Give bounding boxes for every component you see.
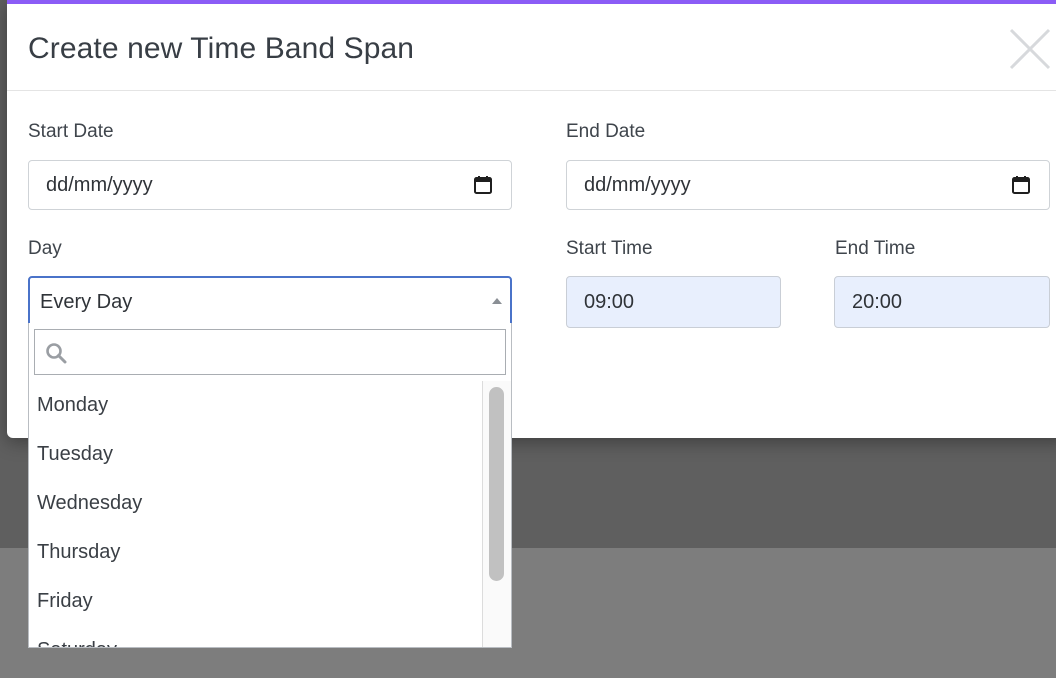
chevron-up-icon (492, 298, 502, 304)
dropdown-scrollbar[interactable] (482, 381, 511, 647)
option-wednesday[interactable]: Wednesday (29, 479, 482, 528)
end-time-input[interactable]: 20:00 (834, 276, 1050, 328)
scrollbar-thumb[interactable] (489, 387, 504, 581)
search-icon (46, 343, 67, 364)
option-thursday[interactable]: Thursday (29, 528, 482, 577)
day-dropdown: Monday Tuesday Wednesday Thursday Friday… (28, 323, 512, 648)
end-time-label: End Time (835, 238, 916, 259)
calendar-icon[interactable] (473, 175, 493, 195)
calendar-icon[interactable] (1011, 175, 1031, 195)
close-icon (1009, 28, 1051, 70)
modal-title: Create new Time Band Span (28, 32, 415, 65)
day-select[interactable]: Every Day (28, 276, 512, 328)
end-date-value: dd/mm/yyyy (584, 174, 691, 196)
modal-header: Create new Time Band Span (7, 4, 1056, 91)
option-saturday[interactable]: Saturday (29, 626, 482, 647)
start-date-value: dd/mm/yyyy (46, 174, 153, 196)
end-date-label: End Date (566, 121, 646, 142)
option-tuesday[interactable]: Tuesday (29, 430, 482, 479)
option-friday[interactable]: Friday (29, 577, 482, 626)
dropdown-options: Monday Tuesday Wednesday Thursday Friday… (29, 381, 482, 647)
start-time-label: Start Time (566, 238, 653, 259)
option-monday[interactable]: Monday (29, 381, 482, 430)
dropdown-search[interactable] (34, 329, 506, 375)
end-date-input[interactable]: dd/mm/yyyy (566, 160, 1050, 210)
day-label: Day (28, 238, 62, 259)
end-time-value: 20:00 (852, 291, 903, 313)
start-time-input[interactable]: 09:00 (566, 276, 781, 328)
day-selected-value: Every Day (40, 291, 133, 313)
start-date-input[interactable]: dd/mm/yyyy (28, 160, 512, 210)
start-date-label: Start Date (28, 121, 114, 142)
start-time-value: 09:00 (584, 291, 635, 313)
dropdown-search-input[interactable] (75, 336, 499, 370)
close-button[interactable] (1008, 27, 1052, 71)
